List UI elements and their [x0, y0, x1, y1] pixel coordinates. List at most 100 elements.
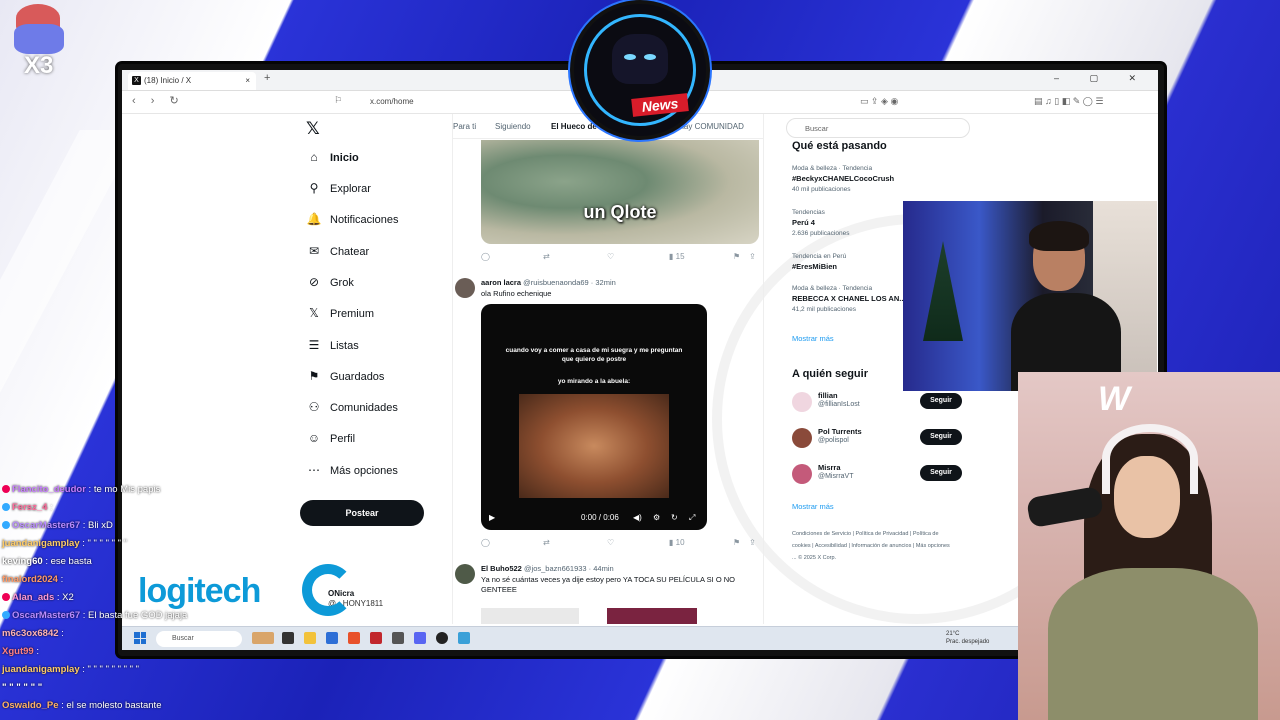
chat-message: Oswaldo_Pe : el se molesto bastante	[2, 700, 161, 711]
chat-text: : " " " " " " "	[82, 538, 127, 549]
sidebar-item-notificaciones[interactable]: 🔔 Notificaciones	[306, 212, 399, 232]
retweet-icon[interactable]: ⇄	[543, 538, 550, 547]
views-icon[interactable]: ▮ 10	[669, 538, 685, 547]
streamer-mascot: X3	[6, 2, 72, 82]
share-icon[interactable]: ⇪	[749, 252, 756, 261]
taskbar-widget-icon[interactable]	[252, 632, 274, 644]
app-icon[interactable]	[392, 632, 404, 644]
sidebar-item-grok[interactable]: ⊘ Grok	[306, 275, 354, 295]
bookmark-icon[interactable]: ⚑	[733, 538, 740, 547]
loop-icon[interactable]: ↻	[671, 513, 678, 522]
share-icon[interactable]: ⇪	[749, 538, 756, 547]
trend-item[interactable]: Tendencia en Perú #EresMiBien	[792, 252, 846, 273]
obs-icon[interactable]	[436, 632, 448, 644]
follow-name: Misrra	[818, 463, 841, 472]
tab-para-ti[interactable]: Para ti	[453, 122, 476, 131]
nav-buttons[interactable]: ‹ › ↻	[132, 94, 185, 107]
sidebar-item-comunidades[interactable]: ⚇ Comunidades	[306, 400, 398, 420]
settings-icon[interactable]: ⚙	[653, 513, 660, 522]
volume-icon[interactable]: ◀)	[633, 513, 642, 522]
follow-button[interactable]: Seguir	[920, 465, 962, 481]
trend-item[interactable]: Tendencias Perú 4 2.636 publicaciones	[792, 208, 849, 239]
browser-tab[interactable]: X (18) Inicio / X ×	[128, 72, 256, 90]
reply-icon[interactable]: ◯	[481, 252, 490, 261]
app-icon[interactable]	[326, 632, 338, 644]
show-more-link[interactable]: Mostrar más	[792, 334, 834, 343]
sidebar-item-inicio[interactable]: ⌂ Inicio	[306, 150, 358, 170]
chat-text: : el se molesto bastante	[61, 700, 162, 711]
toolbar-icons[interactable]: ▤ ♫ ▯ ◧ ✎ ◯ ☰	[1034, 96, 1103, 107]
follow-suggestion[interactable]: Misrra @MisrraVT Seguir	[792, 462, 962, 486]
tweet-handle[interactable]: @ruisbuenaonda69 · 32min	[523, 278, 616, 287]
app-icon[interactable]	[458, 632, 470, 644]
tweet-media-thumb[interactable]	[607, 608, 697, 624]
taskbar-search[interactable]: Buscar	[156, 631, 242, 647]
guest-logo: W	[1098, 380, 1131, 418]
tab-close-icon[interactable]: ×	[245, 72, 250, 90]
tweet-actions: ◯ ⇄ ♡ ▮ 15 ⚑ ⇪	[481, 252, 759, 264]
chat-text: :	[61, 628, 64, 639]
follow-button[interactable]: Seguir	[920, 393, 962, 409]
sidebar-item-explorar[interactable]: ⚲ Explorar	[306, 181, 371, 201]
retweet-icon[interactable]: ⇄	[543, 252, 550, 261]
extension-icons[interactable]: ▭ ⇪ ◈ ◉	[860, 96, 898, 107]
sidebar-item-chatear[interactable]: ✉ Chatear	[306, 244, 369, 264]
play-icon[interactable]: ▶	[489, 513, 495, 522]
mascot-label: X3	[24, 52, 54, 79]
sidebar-item-mas-opciones[interactable]: ⋯ Más opciones	[306, 463, 398, 483]
bookmark-icon[interactable]: ⚑	[733, 252, 740, 261]
timeline: Para ti Siguiendo El Hueco de Cra... ...…	[452, 114, 764, 624]
avatar[interactable]	[455, 278, 475, 298]
sidebar-item-premium[interactable]: 𝕏 Premium	[306, 306, 374, 326]
window-controls[interactable]: – ▢ ✕	[1054, 73, 1150, 84]
new-tab-button[interactable]: +	[264, 72, 270, 84]
windows-start-icon[interactable]	[134, 632, 146, 644]
home-icon: ⌂	[310, 150, 318, 164]
task-view-icon[interactable]	[282, 632, 294, 644]
tab-title: (18) Inicio / X	[144, 76, 192, 85]
fullscreen-icon[interactable]: ⤢	[689, 513, 695, 523]
sidebar-item-listas[interactable]: ☰ Listas	[306, 338, 359, 358]
trend-item[interactable]: Moda & belleza · Tendencia REBECCA X CHAN…	[792, 284, 905, 315]
avatar[interactable]	[792, 428, 812, 448]
like-icon[interactable]: ♡	[607, 252, 614, 261]
brave-icon[interactable]	[348, 632, 360, 644]
bookmark-icon[interactable]: ⚐	[334, 95, 342, 106]
bookmark-icon: ⚑	[308, 369, 320, 383]
file-explorer-icon[interactable]	[304, 632, 316, 644]
sidebar-item-guardados[interactable]: ⚑ Guardados	[306, 369, 385, 389]
tab-siguiendo[interactable]: Siguiendo	[495, 122, 531, 131]
avatar[interactable]	[455, 564, 475, 584]
tweet-author[interactable]: aaron lacra	[481, 278, 521, 287]
avatar[interactable]	[792, 464, 812, 484]
tweet-handle[interactable]: @jos_bazn661933 · 44min	[524, 564, 614, 573]
tweet-media-thumb[interactable]	[481, 608, 579, 624]
follow-suggestion[interactable]: Pol Turrents @polispol Seguir	[792, 426, 962, 450]
avatar[interactable]	[792, 392, 812, 412]
follow-handle: @MisrraVT	[818, 473, 854, 480]
app-icon[interactable]	[370, 632, 382, 644]
tweet-author[interactable]: El Buho522	[481, 564, 522, 573]
url-field[interactable]: x.com/home	[370, 97, 414, 106]
views-icon[interactable]: ▮ 15	[669, 252, 685, 261]
trend-name: #EresMiBien	[792, 262, 838, 271]
reply-icon[interactable]: ◯	[481, 538, 490, 547]
chat-user: keving60	[2, 556, 43, 567]
show-more-link[interactable]: Mostrar más	[792, 502, 834, 511]
x-logo-icon[interactable]: 𝕏	[306, 119, 320, 139]
discord-icon[interactable]	[414, 632, 426, 644]
more-icon: ⋯	[308, 463, 320, 477]
search-input[interactable]: Buscar	[786, 118, 970, 138]
post-button[interactable]: Postear	[300, 500, 424, 526]
follow-suggestion[interactable]: fillian @fillianIsLost Seguir	[792, 390, 962, 414]
follow-button[interactable]: Seguir	[920, 429, 962, 445]
footer-links[interactable]: Condiciones de Servicio | Política de Pr…	[792, 528, 952, 564]
media-caption: un Qlote	[583, 202, 657, 222]
sidebar-item-perfil[interactable]: ☺ Perfil	[306, 431, 355, 451]
tweet-text: ola Rufino echenique	[481, 289, 552, 298]
like-icon[interactable]: ♡	[607, 538, 614, 547]
trend-item[interactable]: Moda & belleza · Tendencia #BeckyxCHANELC…	[792, 164, 894, 195]
weather-widget[interactable]: 21°C Prac. despejado	[946, 630, 989, 646]
tweet-video[interactable]: cuando voy a comer a casa de mi suegra y…	[481, 304, 707, 530]
tweet-media-image[interactable]: un Qlote	[481, 140, 759, 244]
